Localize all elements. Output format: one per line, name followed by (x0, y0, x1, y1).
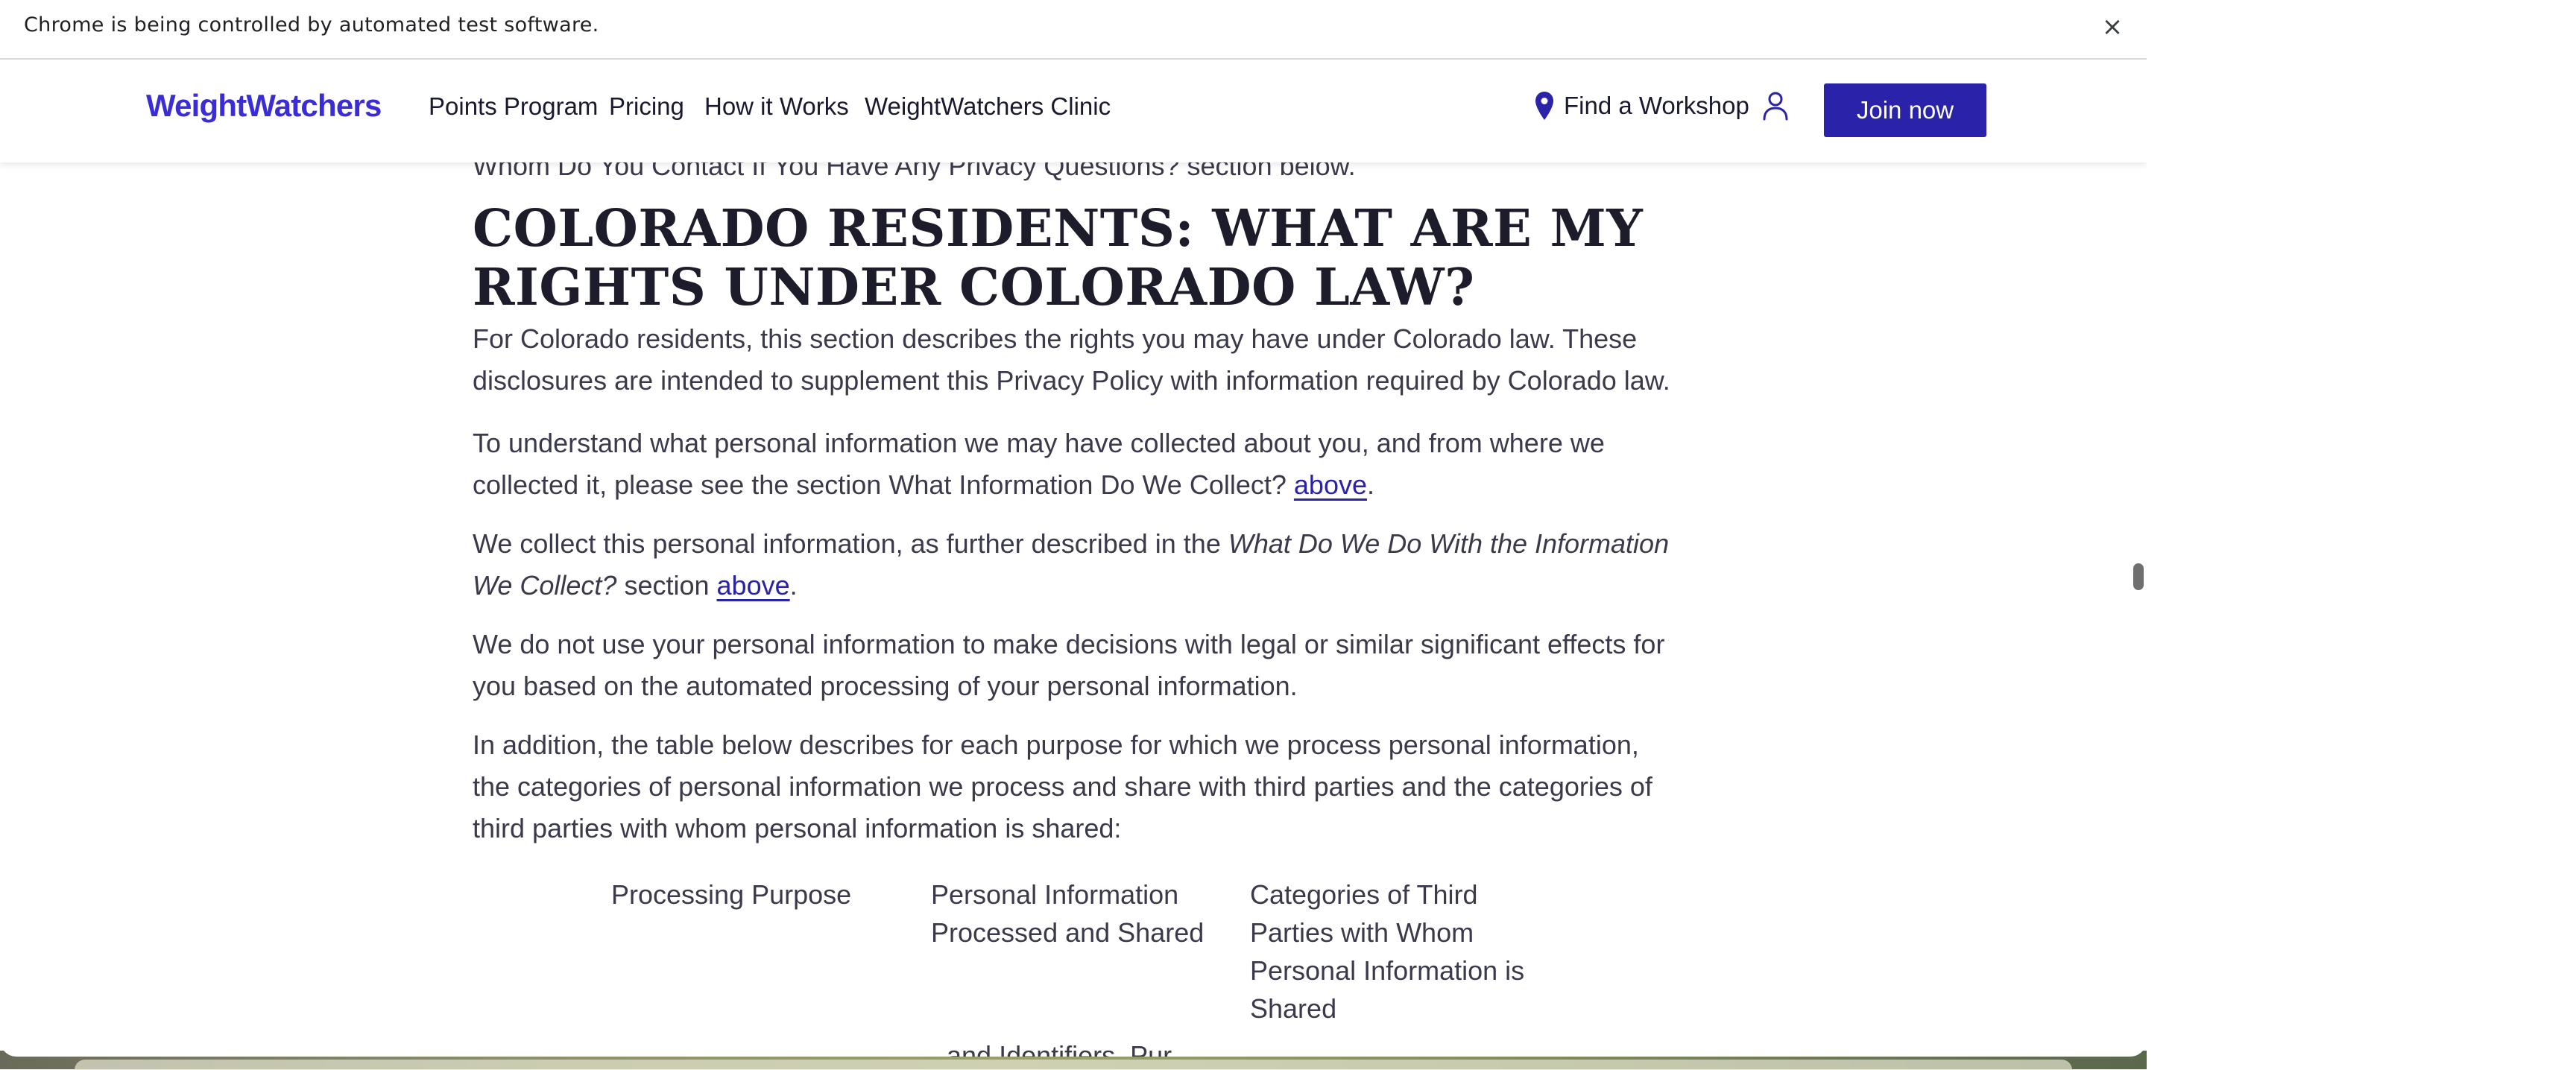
infobar-message: Chrome is being controlled by automated … (24, 13, 599, 37)
collected-info-text: To understand what personal information … (473, 428, 1605, 500)
automated-decisions-paragraph: We do not use your personal information … (473, 629, 1665, 701)
above-link-1[interactable]: above (1294, 469, 1367, 500)
period: . (1367, 469, 1375, 500)
nav-weightwatchers-clinic[interactable]: WeightWatchers Clinic (865, 92, 1111, 121)
section-heading: COLORADO RESIDENTS: WHAT ARE MY RIGHTS U… (473, 199, 1644, 317)
nav-points-program[interactable]: Points Program (429, 92, 598, 121)
nav-how-it-works[interactable]: How it Works (704, 92, 849, 121)
desktop-area (2147, 0, 2576, 1069)
collected-info-paragraph: To understand what personal information … (473, 422, 1680, 506)
user-icon[interactable] (1761, 89, 1790, 122)
map-pin-icon (1535, 92, 1553, 120)
find-workshop-link[interactable]: Find a Workshop (1534, 89, 1749, 122)
join-now-button[interactable]: Join now (1824, 83, 1986, 137)
table-header-processing-purpose: Processing Purpose (611, 879, 852, 910)
browser-window: Chrome is being controlled by automated … (0, 0, 2147, 1057)
dock-overlay (75, 1060, 2072, 1070)
automation-infobar: Chrome is being controlled by automated … (0, 0, 2147, 60)
colorado-intro-paragraph: For Colorado residents, this section des… (473, 323, 1670, 396)
close-icon[interactable]: × (2099, 13, 2126, 40)
find-workshop-label: Find a Workshop (1564, 92, 1749, 119)
site-header: WeightWatchers Points Program Pricing Ho… (0, 60, 2147, 162)
site-logo[interactable]: WeightWatchers (146, 88, 382, 124)
table-intro-paragraph: In addition, the table below describes f… (473, 729, 1652, 843)
collect-purpose-text: We collect this personal information, as… (473, 528, 1221, 559)
table-header-third-parties: Categories of Third Parties with Whom Pe… (1250, 879, 1525, 1024)
period: . (789, 570, 798, 601)
table-cell-partial: and Identifiers, Pur (947, 1040, 1172, 1057)
nav-pricing[interactable]: Pricing (609, 92, 684, 121)
table-header-personal-information: Personal Information Processed and Share… (931, 879, 1205, 948)
section-word: section (624, 570, 710, 601)
scrollbar-thumb[interactable] (2133, 563, 2144, 590)
above-link-2[interactable]: above (717, 570, 790, 601)
collect-purpose-paragraph: We collect this personal information, as… (473, 523, 1680, 607)
